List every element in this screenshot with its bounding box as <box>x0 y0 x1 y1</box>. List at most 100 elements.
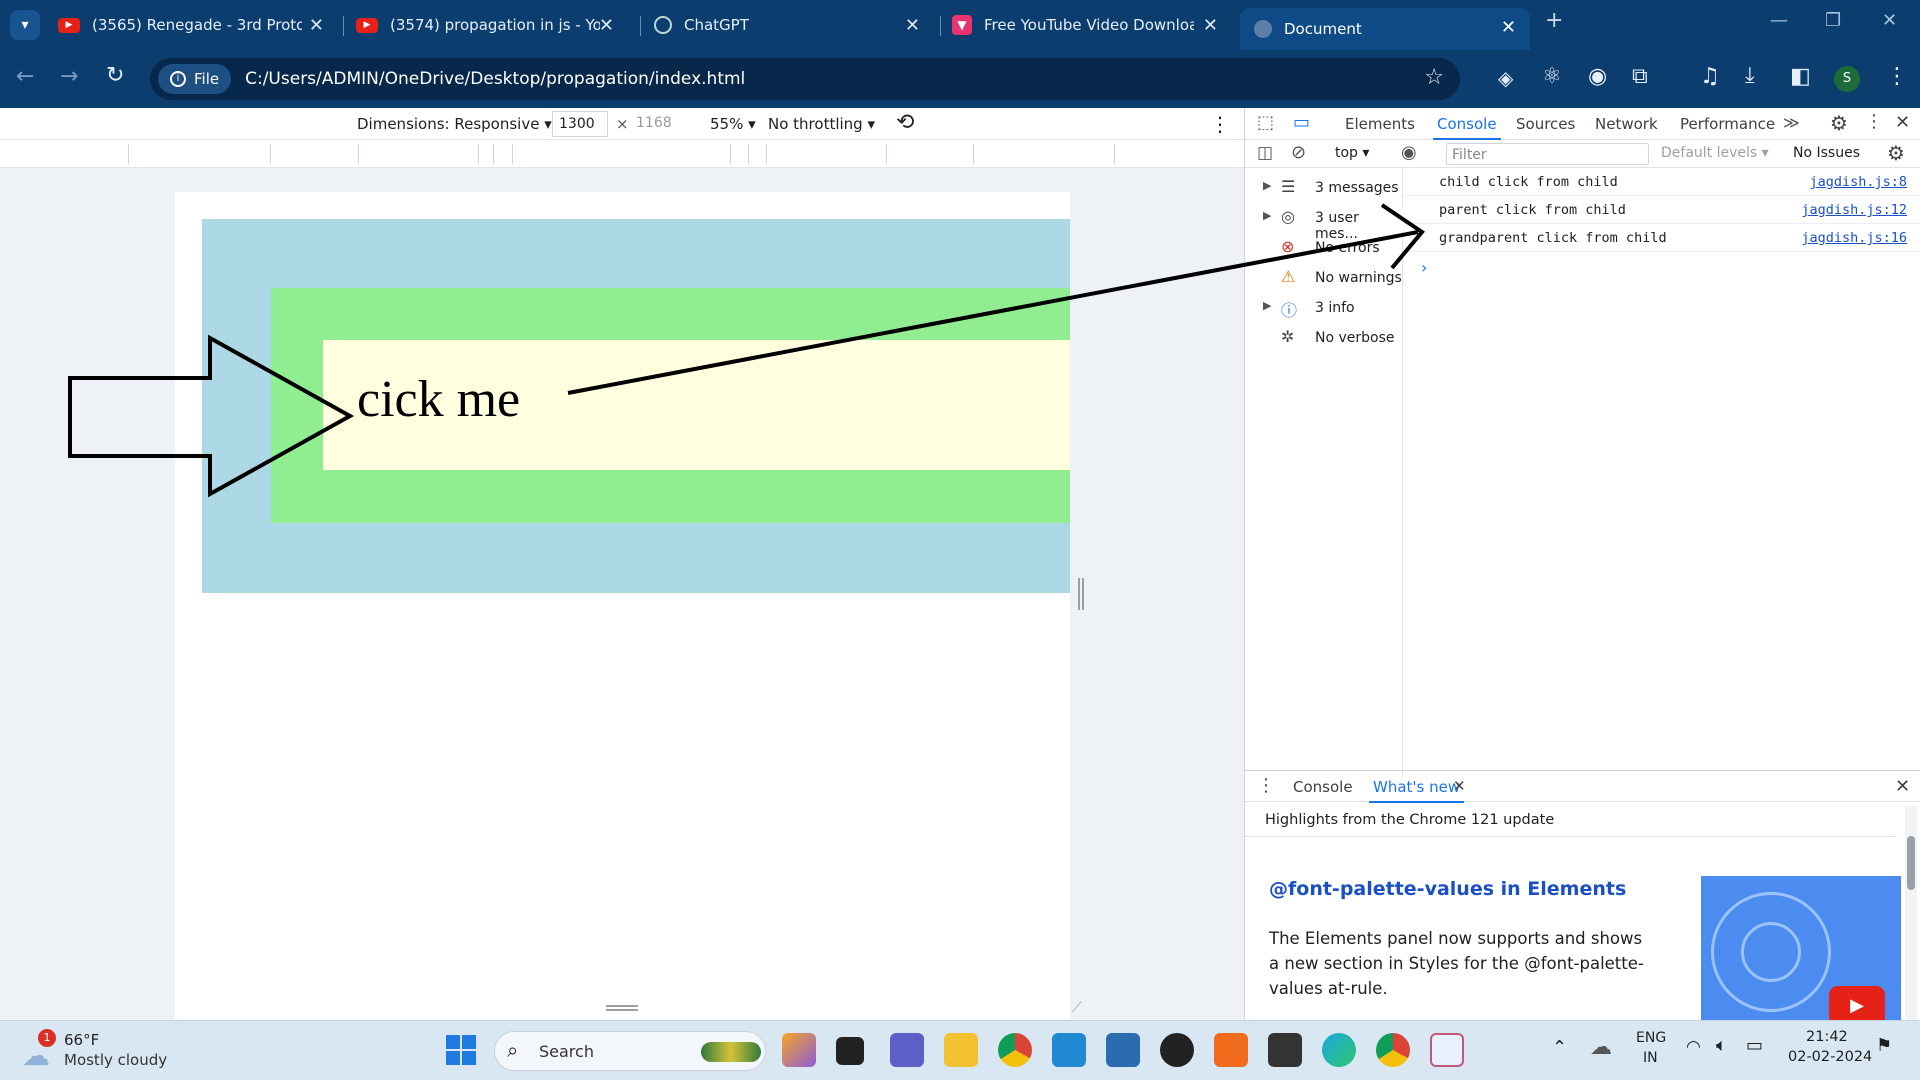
close-drawer-icon[interactable]: ✕ <box>1895 776 1910 797</box>
download-icon[interactable]: ⤓ <box>1745 63 1755 88</box>
sidebar-item-errors[interactable]: ⊗ No errors <box>1245 237 1403 262</box>
clock-date[interactable]: 02-02-2024 <box>1788 1049 1872 1065</box>
tab-4[interactable]: ▼ Free YouTube Video Download ✕ <box>952 6 1232 44</box>
rotate-icon[interactable]: ⟲ <box>896 110 914 135</box>
tab-network[interactable]: Network <box>1595 108 1658 140</box>
dimensions-dropdown[interactable]: Dimensions: Responsive ▾ <box>357 115 552 133</box>
device-toggle-icon[interactable]: ▭ <box>1293 112 1310 133</box>
width-input[interactable]: 1300 <box>552 111 608 137</box>
task-view-icon[interactable] <box>836 1037 864 1065</box>
windows-start-icon[interactable] <box>446 1035 476 1065</box>
window-close-button[interactable]: ✕ <box>1882 10 1897 31</box>
grandparent-box[interactable]: cick me <box>202 219 1070 593</box>
tab-5-active[interactable]: Document ✕ <box>1240 8 1530 50</box>
extension-atom-icon[interactable]: ⚛ <box>1542 64 1562 89</box>
close-icon[interactable]: ✕ <box>309 15 324 36</box>
tab-elements[interactable]: Elements <box>1345 108 1415 140</box>
height-input[interactable]: 1168 <box>630 111 686 137</box>
menu-dots-icon[interactable]: ⋮ <box>1886 64 1908 89</box>
terminal-icon[interactable] <box>1268 1033 1302 1067</box>
side-panel-icon[interactable]: ◧ <box>1790 64 1811 89</box>
device-options-dots-icon[interactable]: ⋮ <box>1210 112 1230 136</box>
restore-button[interactable]: ❐ <box>1825 10 1841 31</box>
viewport-right-handle[interactable] <box>1078 578 1084 610</box>
volume-icon[interactable]: 🔈︎ <box>1716 1035 1727 1056</box>
minimize-button[interactable]: — <box>1770 10 1788 31</box>
wifi-icon[interactable]: ◠ <box>1686 1037 1701 1057</box>
site-info-chip[interactable]: i File <box>158 64 232 94</box>
whats-new-heading[interactable]: @font-palette-values in Elements <box>1269 878 1626 900</box>
issues-counter[interactable]: No Issues <box>1793 145 1860 161</box>
vscode-icon[interactable] <box>1052 1033 1086 1067</box>
viewport-bottom-handle[interactable] <box>606 1005 638 1011</box>
chrome-profile-icon[interactable] <box>998 1033 1032 1067</box>
reload-icon[interactable]: ↻ <box>106 63 124 88</box>
tab-console[interactable]: Console <box>1433 108 1501 140</box>
close-icon[interactable]: ✕ <box>905 15 920 36</box>
tab-sources[interactable]: Sources <box>1516 108 1575 140</box>
close-icon[interactable]: ✕ <box>1203 15 1218 36</box>
inspect-element-icon[interactable]: ⬚ <box>1257 112 1274 133</box>
xampp-icon[interactable] <box>1214 1033 1248 1067</box>
language-bottom[interactable]: IN <box>1643 1050 1658 1066</box>
throttling-dropdown[interactable]: No throttling ▾ <box>768 115 875 133</box>
tab-2[interactable]: ▶ (3574) propagation in js - YouTu ✕ <box>356 6 628 44</box>
settings-gear-icon[interactable]: ⚙ <box>1830 111 1848 135</box>
notification-bell-icon[interactable]: ⚑ <box>1876 1035 1892 1056</box>
copilot-icon[interactable] <box>782 1033 816 1067</box>
extensions-puzzle-icon[interactable]: ⧉ <box>1632 64 1648 89</box>
onedrive-cloud-icon[interactable]: ☁ <box>1590 1035 1612 1060</box>
sidebar-item-verbose[interactable]: ✲ No verbose <box>1245 327 1403 352</box>
child-button-text[interactable]: cick me <box>357 370 520 429</box>
chrome-icon[interactable] <box>1376 1033 1410 1067</box>
language-top[interactable]: ENG <box>1636 1030 1666 1046</box>
console-settings-gear-icon[interactable]: ⚙ <box>1887 141 1905 165</box>
tab-3[interactable]: ChatGPT ✕ <box>654 6 934 44</box>
file-explorer-icon[interactable] <box>944 1033 978 1067</box>
whats-new-video-thumbnail[interactable]: ▶ <box>1701 876 1901 1020</box>
more-tabs-icon[interactable]: ≫ <box>1783 113 1800 132</box>
close-icon[interactable]: ✕ <box>1501 17 1516 38</box>
sidebar-item-messages[interactable]: ▶ ☰ 3 messages <box>1245 177 1403 202</box>
parent-box[interactable]: cick me <box>271 288 1070 523</box>
snipping-tool-icon[interactable] <box>1430 1033 1464 1067</box>
close-whats-new-icon[interactable]: ✕ <box>1453 777 1466 795</box>
close-icon[interactable]: ✕ <box>599 15 614 36</box>
console-prompt-chevron-icon[interactable]: › <box>1421 258 1427 277</box>
address-bar[interactable]: i File C:/Users/ADMIN/OneDrive/Desktop/p… <box>150 58 1460 100</box>
context-dropdown[interactable]: top ▾ <box>1335 145 1369 161</box>
zoom-dropdown[interactable]: 55% ▾ <box>710 115 756 133</box>
notepad-icon[interactable] <box>1106 1033 1140 1067</box>
tab-search-button[interactable]: ▾ <box>10 10 40 40</box>
sidebar-item-user-messages[interactable]: ▶ ◎ 3 user mes... <box>1245 207 1403 242</box>
weather-widget[interactable]: ☁ 1 66°F Mostly cloudy <box>20 1029 200 1073</box>
sidebar-item-warnings[interactable]: ⚠ No warnings <box>1245 267 1403 292</box>
drawer-tab-whats-new[interactable]: What's new <box>1369 771 1465 803</box>
drawer-menu-dots-icon[interactable]: ⋮ <box>1257 775 1275 796</box>
chevron-up-icon[interactable]: ⌃ <box>1552 1037 1567 1058</box>
new-tab-button[interactable]: + <box>1545 8 1563 33</box>
drawer-tab-console[interactable]: Console <box>1293 771 1353 803</box>
profile-avatar[interactable]: S <box>1834 66 1860 92</box>
battery-icon[interactable]: ▭ <box>1746 1035 1763 1056</box>
forward-arrow-icon[interactable]: → <box>60 64 78 89</box>
message-source-link[interactable]: jagdish.js:16 <box>1801 230 1907 246</box>
extension-circle-icon[interactable]: ◉ <box>1588 64 1607 89</box>
edge-icon[interactable] <box>1322 1033 1356 1067</box>
message-source-link[interactable]: jagdish.js:12 <box>1801 202 1907 218</box>
log-levels-dropdown[interactable]: Default levels ▾ <box>1661 145 1769 161</box>
message-source-link[interactable]: jagdish.js:8 <box>1809 174 1907 190</box>
sidebar-toggle-icon[interactable]: ◫ <box>1257 143 1273 163</box>
back-arrow-icon[interactable]: ← <box>16 64 34 89</box>
meet-camera-icon[interactable] <box>890 1033 924 1067</box>
media-control-icon[interactable]: ♫ <box>1700 64 1720 89</box>
viewport-corner-handle-icon[interactable]: ⟋ <box>1072 1000 1082 1016</box>
taskbar-search-box[interactable]: ⌕ Search <box>494 1031 766 1071</box>
media-player-icon[interactable] <box>1160 1033 1194 1067</box>
clear-console-icon[interactable]: ⊘ <box>1291 142 1306 163</box>
customize-dots-icon[interactable]: ⋮ <box>1865 111 1883 132</box>
extension-diamond-icon[interactable]: ◈ <box>1498 66 1513 90</box>
url-text[interactable]: C:/Users/ADMIN/OneDrive/Desktop/propagat… <box>245 69 745 89</box>
tab-performance[interactable]: Performance <box>1680 108 1775 140</box>
live-expression-eye-icon[interactable]: ◉ <box>1401 142 1417 163</box>
